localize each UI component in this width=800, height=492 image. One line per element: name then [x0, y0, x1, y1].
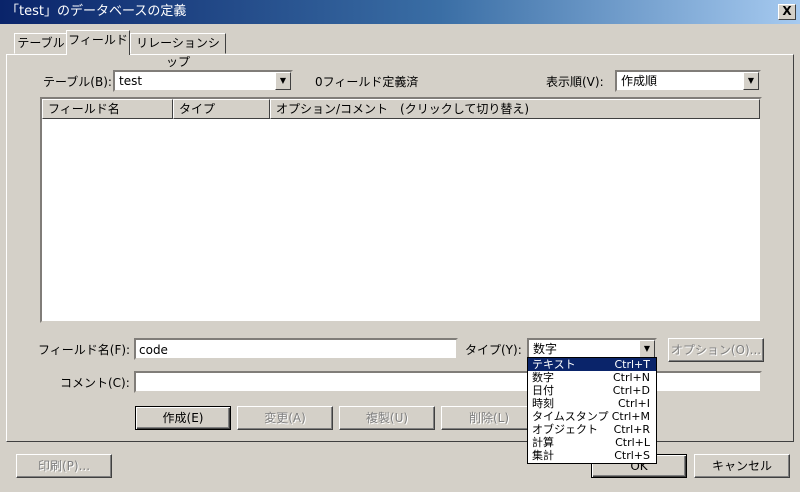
column-header-type[interactable]: タイプ [173, 99, 270, 119]
sort-order-value: 作成順 [621, 74, 658, 88]
table-select[interactable]: test ▼ [113, 70, 293, 92]
type-option-date[interactable]: 日付 Ctrl+D [528, 384, 656, 397]
window-title: 「test」のデータベースの定義 [6, 4, 187, 19]
comment-input[interactable] [134, 371, 762, 393]
type-option-summary[interactable]: 集計 Ctrl+S [528, 449, 656, 462]
table-select-label: テーブル(B): [43, 75, 112, 89]
field-name-input[interactable]: code [134, 338, 458, 360]
type-option-time[interactable]: 時刻 Ctrl+I [528, 397, 656, 410]
cancel-button[interactable]: キャンセル [694, 454, 790, 478]
comment-label: コメント(C): [60, 376, 130, 390]
field-name-value: code [139, 343, 168, 357]
type-option-calculation[interactable]: 計算 Ctrl+L [528, 436, 656, 449]
change-button[interactable]: 変更(A) [237, 406, 333, 430]
sort-order-label: 表示順(V): [546, 75, 604, 89]
type-select-value: 数字 [533, 342, 558, 356]
type-option-text[interactable]: テキスト Ctrl+T [528, 358, 656, 371]
type-option-object[interactable]: オブジェクト Ctrl+R [528, 423, 656, 436]
type-option-number[interactable]: 数字 Ctrl+N [528, 371, 656, 384]
chevron-down-icon[interactable]: ▼ [639, 340, 655, 358]
type-option-timestamp[interactable]: タイムスタンプ Ctrl+M [528, 410, 656, 423]
field-list[interactable]: フィールド名 タイプ オプション/コメント (クリックして切り替え) [40, 97, 762, 323]
field-count: 0フィールド定義済 [315, 75, 419, 89]
print-button[interactable]: 印刷(P)... [16, 454, 112, 478]
type-label: タイプ(Y): [465, 343, 522, 357]
close-button[interactable]: X [778, 4, 796, 20]
tab-relationships[interactable]: リレーションシップ [130, 33, 226, 69]
title-bar: 「test」のデータベースの定義 [0, 0, 800, 24]
tab-fields[interactable]: フィールド [66, 30, 130, 55]
table-select-value: test [119, 74, 143, 88]
tab-table[interactable]: テーブル [14, 33, 68, 54]
column-header-field-name[interactable]: フィールド名 [42, 99, 173, 119]
chevron-down-icon[interactable]: ▼ [275, 72, 291, 90]
create-button[interactable]: 作成(E) [135, 406, 231, 430]
field-name-label: フィールド名(F): [38, 343, 131, 357]
duplicate-button[interactable]: 複製(U) [339, 406, 435, 430]
column-header-options[interactable]: オプション/コメント (クリックして切り替え) [270, 99, 760, 119]
delete-button[interactable]: 削除(L) [441, 406, 537, 430]
chevron-down-icon[interactable]: ▼ [743, 72, 759, 90]
sort-order-select[interactable]: 作成順 ▼ [615, 70, 761, 92]
options-button[interactable]: オプション(O)... [668, 338, 764, 362]
type-dropdown-list[interactable]: テキスト Ctrl+T 数字 Ctrl+N 日付 Ctrl+D 時刻 Ctrl+I タイ… [527, 357, 657, 464]
